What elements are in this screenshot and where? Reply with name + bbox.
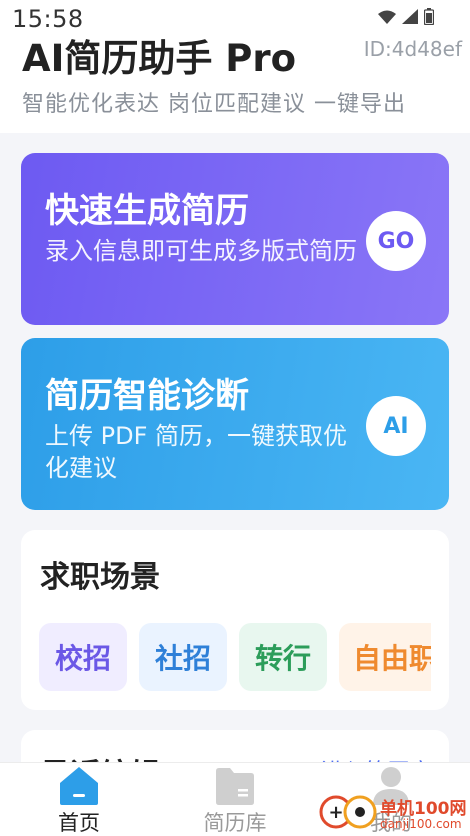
ai-button[interactable]: AI (366, 396, 426, 456)
chip-social[interactable]: 社招 (139, 623, 227, 691)
device-id: ID:4d48ef (363, 37, 462, 61)
resume-diagnosis-desc: 上传 PDF 简历，一键获取优化建议 (45, 422, 348, 482)
battery-icon (424, 8, 434, 25)
watermark-sub: danji100.com (380, 817, 462, 831)
quick-generate-card[interactable]: 快速生成简历 录入信息即可生成多版式简历 GO (21, 153, 449, 325)
tab-library[interactable]: 简历库 (175, 763, 295, 836)
signal-icon (402, 9, 418, 24)
svg-text:+: + (328, 802, 343, 823)
quick-generate-desc: 录入信息即可生成多版式简历 (45, 237, 357, 265)
tab-home[interactable]: 首页 (19, 763, 139, 836)
job-scene-panel: 求职场景 校招 社招 转行 自由职 (21, 530, 449, 710)
tab-library-label: 简历库 (203, 811, 267, 835)
app-tagline: 智能优化表达 岗位匹配建议 一键导出 (22, 92, 406, 117)
resume-diagnosis-card[interactable]: 简历智能诊断 上传 PDF 简历，一键获取优化建议 AI (21, 338, 449, 510)
page-title: AI简历助手 Pro (22, 37, 297, 80)
watermark-logo: + 单机100网 danji100.com (318, 790, 468, 836)
watermark-icon: + (319, 795, 377, 829)
resume-diagnosis-title: 简历智能诊断 (45, 376, 249, 416)
job-scene-title: 求职场景 (40, 560, 160, 595)
watermark-text: 单机100网 (380, 799, 467, 819)
status-icons (378, 8, 434, 25)
go-button[interactable]: GO (366, 211, 426, 271)
chip-freelance[interactable]: 自由职 (339, 623, 431, 691)
tab-home-label: 首页 (58, 811, 100, 835)
job-scene-chips[interactable]: 校招 社招 转行 自由职 (39, 623, 431, 691)
chip-career-change[interactable]: 转行 (239, 623, 327, 691)
chip-campus[interactable]: 校招 (39, 623, 127, 691)
home-icon (60, 767, 98, 805)
app-header: 15:58 AI简历助手 Pro ID:4d48ef 智能优化表达 岗位匹配建议… (0, 0, 470, 133)
quick-generate-title: 快速生成简历 (45, 191, 249, 231)
folder-icon (216, 768, 254, 805)
wifi-icon (378, 10, 396, 24)
